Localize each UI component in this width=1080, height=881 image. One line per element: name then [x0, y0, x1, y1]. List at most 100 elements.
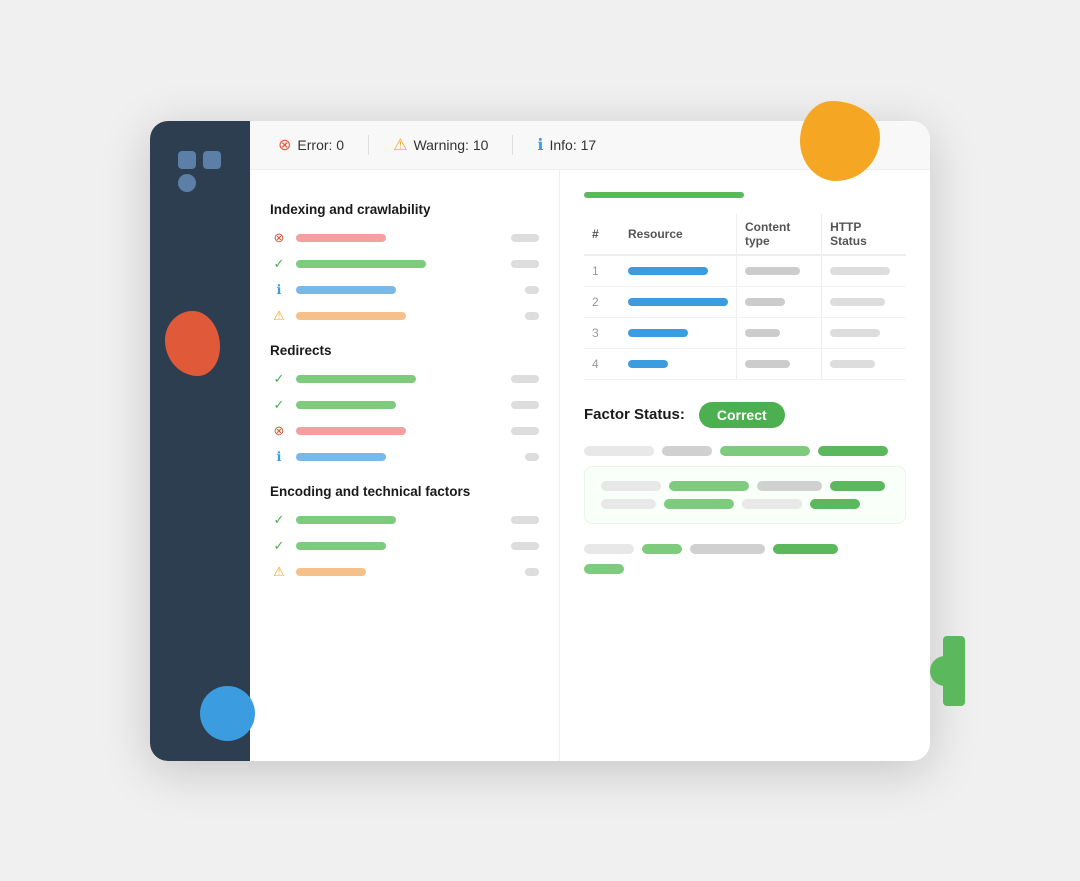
divider-2 — [512, 135, 513, 155]
info-label: Info: 17 — [549, 137, 596, 153]
content-block — [757, 481, 822, 491]
content-block — [601, 481, 661, 491]
check-bar — [296, 234, 386, 242]
check-row: ✓ — [270, 396, 539, 414]
http-cell — [822, 286, 906, 317]
encoding-title: Encoding and technical factors — [270, 484, 539, 499]
factor-status-label: Factor Status: — [584, 406, 685, 423]
content-block — [664, 499, 734, 509]
content-block — [642, 544, 682, 554]
check-bar — [296, 375, 416, 383]
content-row — [601, 499, 889, 509]
blob-green-rect — [943, 636, 965, 706]
col-header-http: HTTP Status — [822, 214, 906, 255]
bar-tail — [511, 542, 539, 550]
warning-check-icon: ⚠ — [270, 563, 288, 581]
error-check-icon: ⊗ — [270, 422, 288, 440]
col-header-num: # — [584, 214, 620, 255]
col-header-content: Content type — [737, 214, 822, 255]
content-row — [584, 544, 906, 554]
check-bar — [296, 453, 386, 461]
resource-cell — [620, 317, 737, 348]
resource-cell — [620, 286, 737, 317]
check-row: ⊗ — [270, 422, 539, 440]
bar-container — [296, 427, 539, 435]
row-num: 1 — [584, 255, 620, 287]
sidebar — [150, 121, 250, 761]
content-block — [584, 564, 624, 574]
check-bar — [296, 516, 396, 524]
check-row: ⊗ — [270, 229, 539, 247]
table-row: 2 — [584, 286, 906, 317]
warning-icon: ⚠ — [393, 135, 407, 155]
success-check-icon: ✓ — [270, 511, 288, 529]
content-block — [810, 499, 860, 509]
bar-tail — [525, 453, 539, 461]
content-block — [669, 481, 749, 491]
indexing-title: Indexing and crawlability — [270, 202, 539, 217]
content-group — [584, 466, 906, 524]
error-check-icon: ⊗ — [270, 229, 288, 247]
info-icon: ℹ — [537, 135, 543, 155]
bar-container — [296, 568, 539, 576]
check-row: ℹ — [270, 281, 539, 299]
app-logo — [178, 151, 222, 192]
content-block — [584, 544, 634, 554]
bar-container — [296, 542, 539, 550]
check-row: ⚠ — [270, 563, 539, 581]
redirects-title: Redirects — [270, 343, 539, 358]
bar-container — [296, 375, 539, 383]
bar-container — [296, 516, 539, 524]
col-header-resource: Resource — [620, 214, 737, 255]
check-bar — [296, 312, 406, 320]
success-check-icon: ✓ — [270, 537, 288, 555]
error-status: ⊗ Error: 0 — [278, 135, 344, 155]
bar-tail — [525, 286, 539, 294]
check-bar — [296, 542, 386, 550]
bar-container — [296, 286, 539, 294]
info-check-icon: ℹ — [270, 448, 288, 466]
content-block — [584, 446, 654, 456]
check-row: ✓ — [270, 537, 539, 555]
warning-check-icon: ⚠ — [270, 307, 288, 325]
check-bar — [296, 427, 406, 435]
data-table: # Resource Content type HTTP Status 1 — [584, 214, 906, 380]
main-content: ⊗ Error: 0 ⚠ Warning: 10 ℹ Info: 17 — [250, 121, 930, 761]
check-row: ✓ — [270, 255, 539, 273]
warning-status: ⚠ Warning: 10 — [393, 135, 488, 155]
divider-1 — [368, 135, 369, 155]
table-row: 4 — [584, 348, 906, 379]
http-cell — [822, 348, 906, 379]
check-bar — [296, 260, 426, 268]
body-area: Indexing and crawlability ⊗ ✓ — [250, 170, 930, 761]
bar-tail — [511, 375, 539, 383]
content-block — [720, 446, 810, 456]
success-check-icon: ✓ — [270, 370, 288, 388]
check-bar — [296, 286, 396, 294]
row-num: 4 — [584, 348, 620, 379]
bar-tail — [511, 401, 539, 409]
content-section — [584, 446, 906, 574]
success-check-icon: ✓ — [270, 255, 288, 273]
content-block — [742, 499, 802, 509]
error-icon: ⊗ — [278, 135, 291, 155]
factor-status-row: Factor Status: Correct — [584, 402, 906, 428]
info-check-icon: ℹ — [270, 281, 288, 299]
success-check-icon: ✓ — [270, 396, 288, 414]
resource-cell — [620, 348, 737, 379]
bar-tail — [511, 427, 539, 435]
content-row — [584, 446, 906, 456]
bar-tail — [525, 312, 539, 320]
logo-tile-3 — [178, 174, 196, 192]
content-block — [662, 446, 712, 456]
error-label: Error: 0 — [297, 137, 344, 153]
bar-container — [296, 234, 539, 242]
http-cell — [822, 255, 906, 287]
bar-container — [296, 312, 539, 320]
warning-label: Warning: 10 — [413, 137, 488, 153]
right-panel: # Resource Content type HTTP Status 1 — [560, 170, 930, 761]
bar-tail — [525, 568, 539, 576]
content-block — [773, 544, 838, 554]
blob-blue — [200, 686, 255, 741]
content-block — [830, 481, 885, 491]
